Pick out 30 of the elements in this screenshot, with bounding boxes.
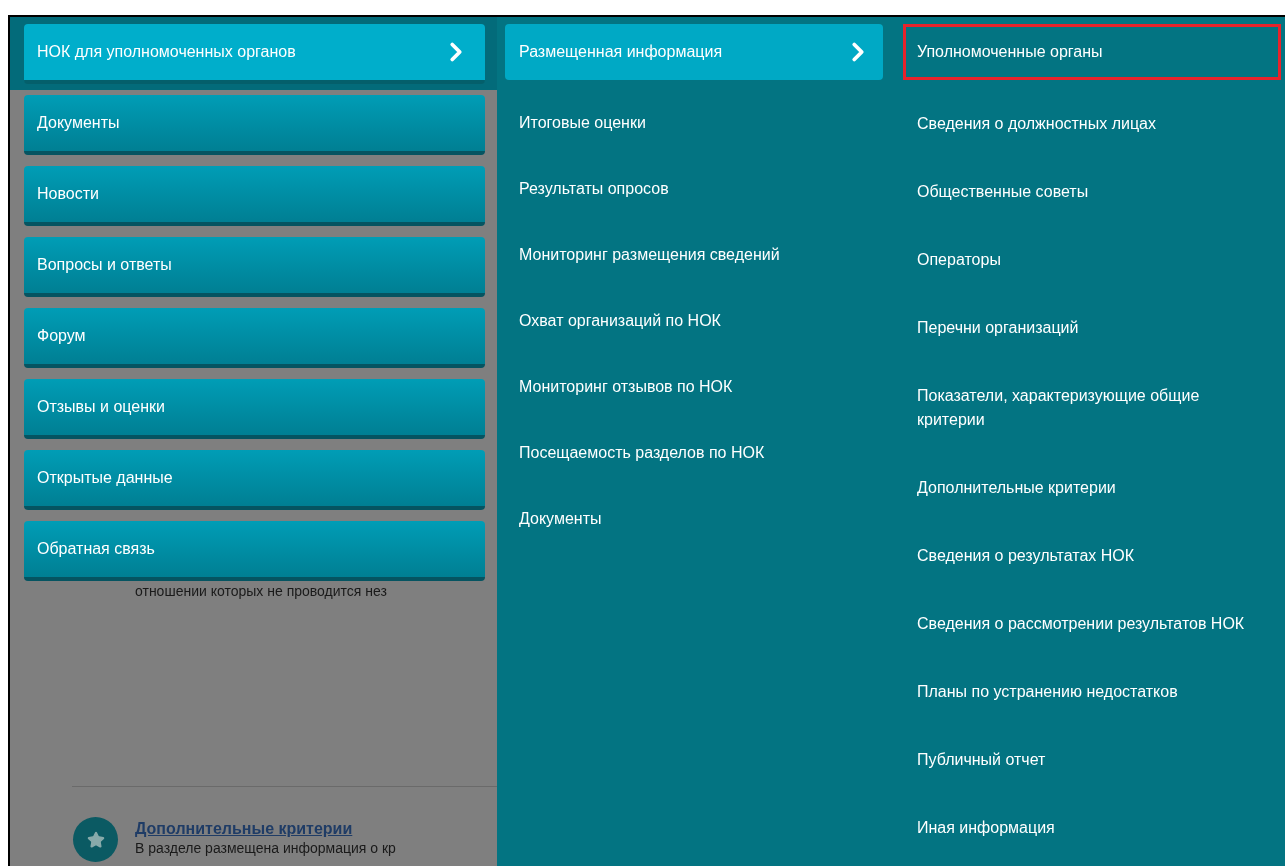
submenu-item[interactable]: Документы (505, 486, 883, 552)
section-description: В разделе размещена информация о кр (135, 839, 396, 857)
submenu-item[interactable]: Посещаемость разделов по НОК (505, 420, 883, 486)
menu-item[interactable]: Форум (24, 308, 485, 368)
section-link[interactable]: Дополнительные критерии (135, 819, 396, 839)
menu-item[interactable]: Отзывы и оценки (24, 379, 485, 439)
submenu-item[interactable]: Охват организаций по НОК (505, 288, 883, 354)
section-menu-link[interactable]: Перечни организаций (903, 294, 1281, 362)
page-text: отношении которых не проводится нез (134, 582, 388, 600)
submenu-item[interactable]: Результаты опросов (505, 156, 883, 222)
submenu-item[interactable]: Мониторинг отзывов по НОК (505, 354, 883, 420)
section-menu-link[interactable]: Общественные советы (903, 158, 1281, 226)
section-menu-link[interactable]: Публичный отчет (903, 726, 1281, 794)
submenu-item[interactable]: Размещенная информация (505, 24, 883, 80)
section-menu-link[interactable]: Сведения о результатах НОК (903, 522, 1281, 590)
menu-item[interactable]: Открытые данные (24, 450, 485, 510)
section-menu-link[interactable]: Дополнительные критерии (903, 454, 1281, 522)
submenu-item[interactable]: Мониторинг размещения сведений (505, 222, 883, 288)
section-menu-link[interactable]: Сведения о должностных лицах (903, 90, 1281, 158)
section-menu-link[interactable]: Показатели, характеризующие общие критерии (903, 362, 1281, 454)
menu-item[interactable]: Вопросы и ответы (24, 237, 485, 297)
section-menu-link[interactable]: Операторы (903, 226, 1281, 294)
menu-item[interactable]: Обратная связь (24, 521, 485, 581)
menu-item[interactable]: Документы (24, 95, 485, 155)
menu-item[interactable]: Новости (24, 166, 485, 226)
section-menu-link[interactable]: Уполномоченные органы (903, 24, 1281, 80)
section-menu-link[interactable]: Планы по устранению недостатков (903, 658, 1281, 726)
section-menu-link[interactable]: Иная информация (903, 794, 1281, 862)
submenu-item[interactable]: Итоговые оценки (505, 90, 883, 156)
section-menu-link[interactable]: Сведения о рассмотрении результатов НОК (903, 590, 1281, 658)
